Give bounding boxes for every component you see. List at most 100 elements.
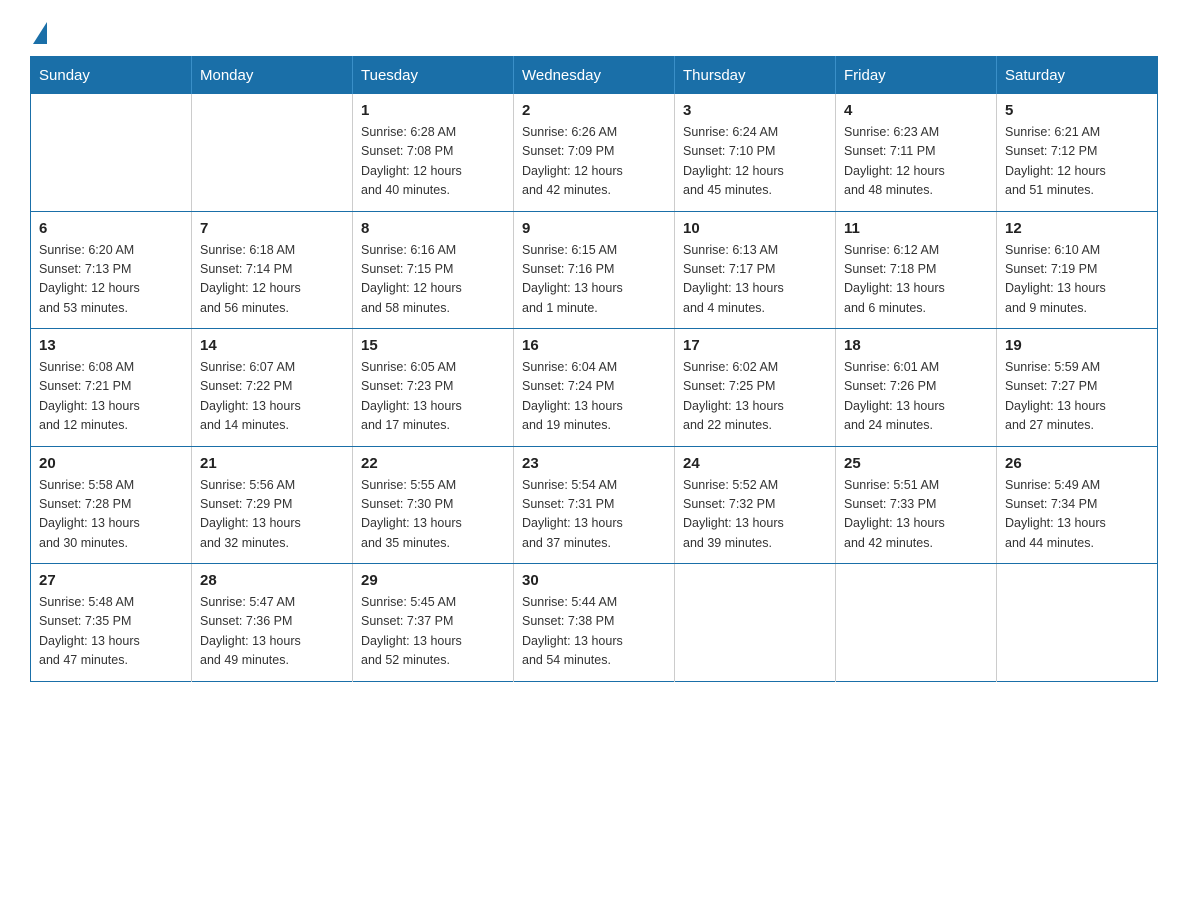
day-info: Sunrise: 6:23 AM Sunset: 7:11 PM Dayligh…: [844, 123, 988, 201]
day-info: Sunrise: 6:04 AM Sunset: 7:24 PM Dayligh…: [522, 358, 666, 436]
calendar-cell: 22 Sunrise: 5:55 AM Sunset: 7:30 PM Dayli…: [353, 446, 514, 564]
day-number: 19: [1005, 337, 1149, 354]
calendar-cell: 21 Sunrise: 5:56 AM Sunset: 7:29 PM Dayli…: [192, 446, 353, 564]
day-info: Sunrise: 6:13 AM Sunset: 7:17 PM Dayligh…: [683, 241, 827, 319]
calendar-cell: 11Sunrise: 6:12 AM Sunset: 7:18 PM Dayli…: [836, 211, 997, 329]
day-number: 20: [39, 455, 183, 472]
calendar-cell: 28 Sunrise: 5:47 AM Sunset: 7:36 PM Dayli…: [192, 564, 353, 682]
day-number: 21: [200, 455, 344, 472]
day-info: Sunrise: 6:08 AM Sunset: 7:21 PM Dayligh…: [39, 358, 183, 436]
day-number: 17: [683, 337, 827, 354]
day-number: 5: [1005, 102, 1149, 119]
logo: [30, 20, 47, 38]
day-info: Sunrise: 5:58 AM Sunset: 7:28 PM Dayligh…: [39, 476, 183, 554]
calendar-cell: 1 Sunrise: 6:28 AM Sunset: 7:08 PM Daylig…: [353, 94, 514, 211]
calendar-cell: 9 Sunrise: 6:15 AM Sunset: 7:16 PM Daylig…: [514, 211, 675, 329]
day-number: 10: [683, 220, 827, 237]
day-number: 29: [361, 572, 505, 589]
day-info: Sunrise: 6:18 AM Sunset: 7:14 PM Dayligh…: [200, 241, 344, 319]
day-info: Sunrise: 6:12 AM Sunset: 7:18 PM Dayligh…: [844, 241, 988, 319]
day-number: 1: [361, 102, 505, 119]
calendar-cell: 19 Sunrise: 5:59 AM Sunset: 7:27 PM Dayli…: [997, 329, 1158, 447]
calendar-cell: 16 Sunrise: 6:04 AM Sunset: 7:24 PM Dayli…: [514, 329, 675, 447]
calendar-cell: [997, 564, 1158, 682]
calendar-cell: 14 Sunrise: 6:07 AM Sunset: 7:22 PM Dayli…: [192, 329, 353, 447]
day-number: 26: [1005, 455, 1149, 472]
calendar-cell: 8 Sunrise: 6:16 AM Sunset: 7:15 PM Daylig…: [353, 211, 514, 329]
day-number: 7: [200, 220, 344, 237]
day-number: 28: [200, 572, 344, 589]
day-number: 6: [39, 220, 183, 237]
calendar-table: SundayMondayTuesdayWednesdayThursdayFrid…: [30, 56, 1158, 682]
day-info: Sunrise: 5:47 AM Sunset: 7:36 PM Dayligh…: [200, 593, 344, 671]
calendar-cell: 20 Sunrise: 5:58 AM Sunset: 7:28 PM Dayli…: [31, 446, 192, 564]
day-info: Sunrise: 6:15 AM Sunset: 7:16 PM Dayligh…: [522, 241, 666, 319]
weekday-header-wednesday: Wednesday: [514, 57, 675, 95]
calendar-week-row: 27Sunrise: 5:48 AM Sunset: 7:35 PM Dayli…: [31, 564, 1158, 682]
calendar-cell: 7 Sunrise: 6:18 AM Sunset: 7:14 PM Daylig…: [192, 211, 353, 329]
calendar-cell: 27Sunrise: 5:48 AM Sunset: 7:35 PM Dayli…: [31, 564, 192, 682]
logo-triangle-icon: [33, 22, 47, 44]
day-info: Sunrise: 5:49 AM Sunset: 7:34 PM Dayligh…: [1005, 476, 1149, 554]
calendar-cell: 6 Sunrise: 6:20 AM Sunset: 7:13 PM Daylig…: [31, 211, 192, 329]
day-number: 14: [200, 337, 344, 354]
calendar-cell: 18 Sunrise: 6:01 AM Sunset: 7:26 PM Dayli…: [836, 329, 997, 447]
calendar-cell: 4Sunrise: 6:23 AM Sunset: 7:11 PM Daylig…: [836, 94, 997, 211]
day-info: Sunrise: 5:55 AM Sunset: 7:30 PM Dayligh…: [361, 476, 505, 554]
day-info: Sunrise: 6:01 AM Sunset: 7:26 PM Dayligh…: [844, 358, 988, 436]
day-info: Sunrise: 5:52 AM Sunset: 7:32 PM Dayligh…: [683, 476, 827, 554]
day-number: 12: [1005, 220, 1149, 237]
day-info: Sunrise: 6:28 AM Sunset: 7:08 PM Dayligh…: [361, 123, 505, 201]
day-info: Sunrise: 5:44 AM Sunset: 7:38 PM Dayligh…: [522, 593, 666, 671]
weekday-header-sunday: Sunday: [31, 57, 192, 95]
day-number: 16: [522, 337, 666, 354]
day-info: Sunrise: 5:56 AM Sunset: 7:29 PM Dayligh…: [200, 476, 344, 554]
day-number: 15: [361, 337, 505, 354]
calendar-cell: 17 Sunrise: 6:02 AM Sunset: 7:25 PM Dayli…: [675, 329, 836, 447]
day-info: Sunrise: 5:51 AM Sunset: 7:33 PM Dayligh…: [844, 476, 988, 554]
day-number: 23: [522, 455, 666, 472]
day-info: Sunrise: 5:59 AM Sunset: 7:27 PM Dayligh…: [1005, 358, 1149, 436]
day-info: Sunrise: 6:10 AM Sunset: 7:19 PM Dayligh…: [1005, 241, 1149, 319]
calendar-cell: 3 Sunrise: 6:24 AM Sunset: 7:10 PM Daylig…: [675, 94, 836, 211]
weekday-header-monday: Monday: [192, 57, 353, 95]
calendar-cell: [31, 94, 192, 211]
day-number: 8: [361, 220, 505, 237]
day-number: 25: [844, 455, 988, 472]
day-number: 27: [39, 572, 183, 589]
day-number: 22: [361, 455, 505, 472]
weekday-header-thursday: Thursday: [675, 57, 836, 95]
calendar-week-row: 20 Sunrise: 5:58 AM Sunset: 7:28 PM Dayli…: [31, 446, 1158, 564]
day-info: Sunrise: 6:02 AM Sunset: 7:25 PM Dayligh…: [683, 358, 827, 436]
day-number: 2: [522, 102, 666, 119]
calendar-cell: 13 Sunrise: 6:08 AM Sunset: 7:21 PM Dayli…: [31, 329, 192, 447]
day-info: Sunrise: 5:45 AM Sunset: 7:37 PM Dayligh…: [361, 593, 505, 671]
day-number: 24: [683, 455, 827, 472]
weekday-header-saturday: Saturday: [997, 57, 1158, 95]
calendar-cell: [836, 564, 997, 682]
calendar-week-row: 6 Sunrise: 6:20 AM Sunset: 7:13 PM Daylig…: [31, 211, 1158, 329]
calendar-cell: 5 Sunrise: 6:21 AM Sunset: 7:12 PM Daylig…: [997, 94, 1158, 211]
calendar-cell: 29 Sunrise: 5:45 AM Sunset: 7:37 PM Dayli…: [353, 564, 514, 682]
day-number: 13: [39, 337, 183, 354]
day-number: 30: [522, 572, 666, 589]
calendar-cell: 15 Sunrise: 6:05 AM Sunset: 7:23 PM Dayli…: [353, 329, 514, 447]
day-info: Sunrise: 6:21 AM Sunset: 7:12 PM Dayligh…: [1005, 123, 1149, 201]
calendar-cell: 12 Sunrise: 6:10 AM Sunset: 7:19 PM Dayli…: [997, 211, 1158, 329]
day-info: Sunrise: 6:20 AM Sunset: 7:13 PM Dayligh…: [39, 241, 183, 319]
calendar-cell: 30 Sunrise: 5:44 AM Sunset: 7:38 PM Dayli…: [514, 564, 675, 682]
day-info: Sunrise: 6:16 AM Sunset: 7:15 PM Dayligh…: [361, 241, 505, 319]
calendar-cell: 2Sunrise: 6:26 AM Sunset: 7:09 PM Daylig…: [514, 94, 675, 211]
page-header: [30, 20, 1158, 38]
calendar-cell: 10 Sunrise: 6:13 AM Sunset: 7:17 PM Dayli…: [675, 211, 836, 329]
day-info: Sunrise: 6:05 AM Sunset: 7:23 PM Dayligh…: [361, 358, 505, 436]
day-number: 9: [522, 220, 666, 237]
day-number: 18: [844, 337, 988, 354]
day-info: Sunrise: 6:24 AM Sunset: 7:10 PM Dayligh…: [683, 123, 827, 201]
calendar-week-row: 1 Sunrise: 6:28 AM Sunset: 7:08 PM Daylig…: [31, 94, 1158, 211]
weekday-header-tuesday: Tuesday: [353, 57, 514, 95]
day-info: Sunrise: 6:07 AM Sunset: 7:22 PM Dayligh…: [200, 358, 344, 436]
day-number: 3: [683, 102, 827, 119]
calendar-week-row: 13 Sunrise: 6:08 AM Sunset: 7:21 PM Dayli…: [31, 329, 1158, 447]
calendar-header-row: SundayMondayTuesdayWednesdayThursdayFrid…: [31, 57, 1158, 95]
